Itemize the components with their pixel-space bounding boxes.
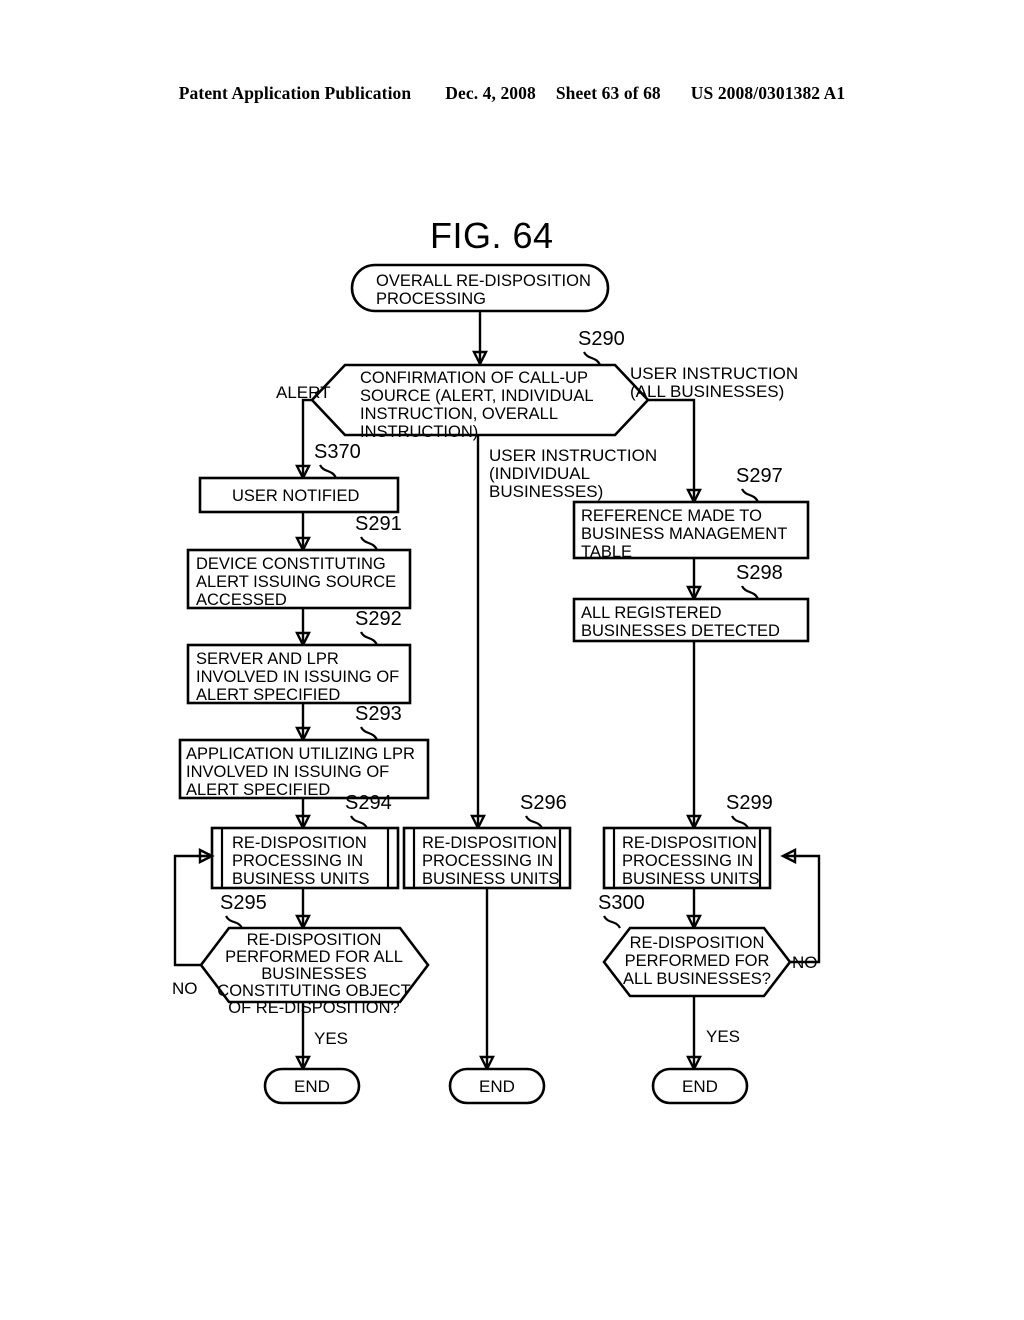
start-terminal-line2: PROCESSING	[376, 290, 486, 308]
branch-label-all-businesses-line1: USER INSTRUCTION	[630, 364, 798, 383]
decision-s290-line3: INSTRUCTION, OVERALL	[360, 405, 558, 423]
process-s298-line1: ALL REGISTERED	[581, 604, 722, 622]
start-terminal-line1: OVERALL RE-DISPOSITION	[376, 272, 591, 290]
process-s292-line1: SERVER AND LPR	[196, 650, 339, 668]
process-s297-line1: REFERENCE MADE TO	[581, 507, 762, 525]
decision-s290-line2: SOURCE (ALERT, INDIVIDUAL	[360, 387, 594, 405]
step-label-s296: S296	[520, 792, 567, 814]
process-s370-line1: USER NOTIFIED	[232, 487, 360, 505]
end-terminal-middle-label: END	[479, 1077, 515, 1096]
decision-s300-line1: RE-DISPOSITION	[630, 934, 765, 952]
decision-s300-line2: PERFORMED FOR	[625, 952, 770, 970]
branch-label-no-left: NO	[172, 979, 198, 998]
decision-s290-line1: CONFIRMATION OF CALL-UP	[360, 369, 588, 387]
decision-s290-line4: INSTRUCTION)	[360, 423, 478, 441]
flowchart-diagram: FIG. 64 OVERALL RE-DISPOSITION PROCESSIN…	[172, 215, 821, 1105]
decision-s300-line3: ALL BUSINESSES?	[623, 970, 771, 988]
branch-label-individual-line3: BUSINESSES)	[489, 482, 603, 501]
step-label-s291: S291	[355, 513, 402, 535]
decision-s295-line4: CONSTITUTING OBJECT	[217, 982, 410, 1000]
process-s293-line2: INVOLVED IN ISSUING OF	[186, 763, 389, 781]
branch-label-all-businesses-line2: (ALL BUSINESSES)	[630, 382, 784, 401]
step-label-s295: S295	[220, 892, 267, 914]
step-label-s300: S300	[598, 892, 645, 914]
end-terminal-right-label: END	[682, 1077, 718, 1096]
step-label-s370: S370	[314, 441, 361, 463]
predefined-process-s296-line1: RE-DISPOSITION	[422, 834, 557, 852]
step-label-s290: S290	[578, 328, 625, 350]
process-s297-line2: BUSINESS MANAGEMENT	[581, 525, 787, 543]
predefined-process-s299-line1: RE-DISPOSITION	[622, 834, 757, 852]
process-s298-line2: BUSINESSES DETECTED	[581, 622, 780, 640]
process-s293-line1: APPLICATION UTILIZING LPR	[186, 745, 415, 763]
step-label-s294: S294	[345, 792, 392, 814]
branch-label-individual-line1: USER INSTRUCTION	[489, 446, 657, 465]
predefined-process-s294-line2: PROCESSING IN	[232, 852, 363, 870]
predefined-process-s299-line2: PROCESSING IN	[622, 852, 753, 870]
process-s292-line2: INVOLVED IN ISSUING OF	[196, 668, 399, 686]
decision-s295-line2: PERFORMED FOR ALL	[225, 948, 403, 966]
end-terminal-left-label: END	[294, 1077, 330, 1096]
decision-s295-line5: OF RE-DISPOSITION?	[228, 999, 399, 1017]
patent-page: Patent Application Publication Dec. 4, 2…	[0, 0, 1024, 1320]
predefined-process-s296-line2: PROCESSING IN	[422, 852, 553, 870]
step-label-s299: S299	[726, 792, 773, 814]
predefined-process-s296-line3: BUSINESS UNITS	[422, 870, 560, 888]
decision-s295-line3: BUSINESSES	[261, 965, 366, 983]
branch-label-yes-right: YES	[706, 1027, 740, 1046]
step-label-s297: S297	[736, 465, 783, 487]
process-s292-line3: ALERT SPECIFIED	[196, 686, 340, 704]
process-s291-line1: DEVICE CONSTITUTING	[196, 555, 386, 573]
predefined-process-s299-line3: BUSINESS UNITS	[622, 870, 760, 888]
decision-s295-line1: RE-DISPOSITION	[247, 931, 382, 949]
process-s297-line3: TABLE	[581, 543, 632, 561]
predefined-process-s294-line1: RE-DISPOSITION	[232, 834, 367, 852]
process-s291-line3: ACCESSED	[196, 591, 287, 609]
process-s293-line3: ALERT SPECIFIED	[186, 781, 330, 799]
step-label-s293: S293	[355, 703, 402, 725]
branch-label-individual-line2: (INDIVIDUAL	[489, 464, 590, 483]
figure-title: FIG. 64	[430, 215, 554, 256]
predefined-process-s294-line3: BUSINESS UNITS	[232, 870, 370, 888]
step-label-s292: S292	[355, 608, 402, 630]
process-s291-line2: ALERT ISSUING SOURCE	[196, 573, 396, 591]
step-label-s298: S298	[736, 562, 783, 584]
branch-label-yes-left: YES	[314, 1029, 348, 1048]
